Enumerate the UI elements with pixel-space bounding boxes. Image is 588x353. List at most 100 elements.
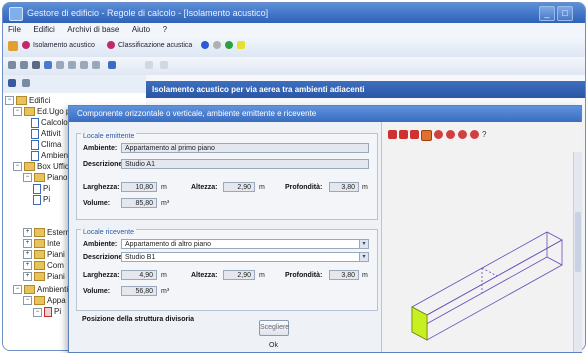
folder-icon [34,261,45,271]
minimize-button[interactable]: _ [539,6,555,21]
back-icon[interactable] [8,61,16,69]
folder-icon [34,296,45,306]
arrow-down-icon[interactable] [108,61,116,69]
info-icon[interactable] [160,61,168,69]
position-label: Posizione della struttura divisoria [82,316,195,323]
menu-file[interactable]: File [3,23,26,36]
chevron-down-icon[interactable]: ▾ [359,240,368,248]
tree-options-icon[interactable] [22,79,30,87]
component-dialog: Componente orizzontale o verticale, ambi… [68,105,582,353]
expand-icon[interactable]: + [23,272,32,282]
rotate-left-icon[interactable] [434,130,443,139]
tree-item[interactable]: − Box Ufficio [13,162,75,172]
app-icon [9,7,23,21]
receiving-ambiente-combo[interactable]: Appartamento di altro piano ▾ [121,239,369,249]
main-toolbar: Isolamento acustico Classificazione acus… [3,36,585,58]
view-front-icon[interactable] [388,130,397,139]
menu-help[interactable]: ? [158,23,172,36]
collapse-icon[interactable]: − [23,173,32,183]
scroll-thumb[interactable] [575,212,581,272]
list-icon[interactable] [56,61,64,69]
rotate-right-icon[interactable] [446,130,455,139]
tree-toolbar [3,75,146,94]
collapse-icon[interactable]: − [13,285,22,295]
tree-item[interactable]: − Pi [33,307,61,317]
forward-icon[interactable] [20,61,28,69]
tree-item[interactable]: + Piani [23,250,65,260]
collapse-icon[interactable]: − [23,296,32,306]
view-side-icon[interactable] [399,130,408,139]
scegliere-button[interactable]: Scegliere [259,320,289,336]
menu-aiuto[interactable]: Aiuto [127,23,155,36]
emitting-altezza-field[interactable]: 2,90 [223,182,255,192]
page-icon[interactable] [44,61,52,69]
tree-item[interactable]: Clima [31,140,61,150]
emitting-volume-field[interactable]: 85,80 [121,198,157,208]
tree-root[interactable]: − Edifici [5,96,50,106]
grid-icon[interactable] [68,61,76,69]
sound-icon[interactable] [22,41,30,49]
expand-icon[interactable]: + [23,228,32,238]
expand-icon[interactable]: + [23,261,32,271]
note-icon[interactable] [237,41,245,49]
edit-icon[interactable] [145,61,153,69]
sort-icon[interactable] [80,61,88,69]
collapse-icon[interactable]: − [5,96,14,106]
vertical-scrollbar[interactable] [573,152,582,352]
globe-icon[interactable] [201,41,209,49]
menu-archivi[interactable]: Archivi di base [62,23,124,36]
menu-edifici[interactable]: Edifici [28,23,59,36]
tree-item[interactable]: − Appa [23,296,66,306]
tree-item[interactable]: + Esterni [23,228,72,238]
sound-icon-2[interactable] [107,41,115,49]
folder-icon[interactable] [8,41,18,51]
folder-icon [34,272,45,282]
maximize-button[interactable]: □ [557,6,573,21]
collapse-icon[interactable]: − [33,307,42,317]
unit-m: m [259,272,265,279]
emitting-ambiente-field[interactable]: Appartamento al primo piano [121,143,369,153]
unit-m: m [362,184,368,191]
tab-classificazione-acustica[interactable]: Classificazione acustica [118,40,192,52]
refresh-icon[interactable] [225,41,233,49]
chevron-down-icon[interactable]: ▾ [359,253,368,261]
receiving-descrizione-combo[interactable]: Studio B1 ▾ [121,252,369,262]
secondary-toolbar [3,57,585,76]
copy-icon[interactable] [32,61,40,69]
receiving-altezza-field[interactable]: 2,90 [223,270,255,280]
tree-item[interactable]: Pi [33,195,50,205]
filter-icon[interactable] [92,61,100,69]
emitting-descrizione-field[interactable]: Studio A1 [121,159,369,169]
tree-view-icon[interactable] [8,79,16,87]
tree-item[interactable]: + Com [23,261,64,271]
tree-item[interactable]: Attivit [31,129,61,139]
view-3d-icon[interactable] [421,130,432,141]
emitting-profondita-field[interactable]: 3,80 [329,182,359,192]
tree-item[interactable]: − Piano [23,173,67,183]
zoom-icon[interactable] [458,130,467,139]
tree-item[interactable]: Pi [33,184,50,194]
room-wireframe [411,231,563,341]
tree-item[interactable]: − Ambienti [13,285,68,295]
pan-icon[interactable] [470,130,479,139]
emitting-larghezza-field[interactable]: 10,80 [121,182,157,192]
expand-icon[interactable]: + [23,250,32,260]
help-icon[interactable]: ? [482,130,491,139]
receiving-profondita-field[interactable]: 3,80 [329,270,359,280]
expand-icon[interactable]: + [23,239,32,249]
receiving-volume-field[interactable]: 56,80 [121,286,157,296]
tree-item[interactable]: + Inte [23,239,60,249]
folder-icon [24,285,35,295]
tree-item[interactable]: Ambienti [31,151,72,161]
tab-isolamento-acustico[interactable]: Isolamento acustico [33,40,95,52]
unit-m3: m³ [161,288,170,295]
receiving-larghezza-field[interactable]: 4,90 [121,270,157,280]
tree-item[interactable]: Calcolo [31,118,68,128]
collapse-icon[interactable]: − [13,162,22,172]
gear-icon[interactable] [213,41,221,49]
view-top-icon[interactable] [410,130,419,139]
tree-item[interactable]: + Piani [23,272,65,282]
title-bar: Gestore di edificio - Regole di calcolo … [3,3,585,23]
descrizione-label: Descrizione: [83,254,125,261]
collapse-icon[interactable]: − [13,107,22,117]
